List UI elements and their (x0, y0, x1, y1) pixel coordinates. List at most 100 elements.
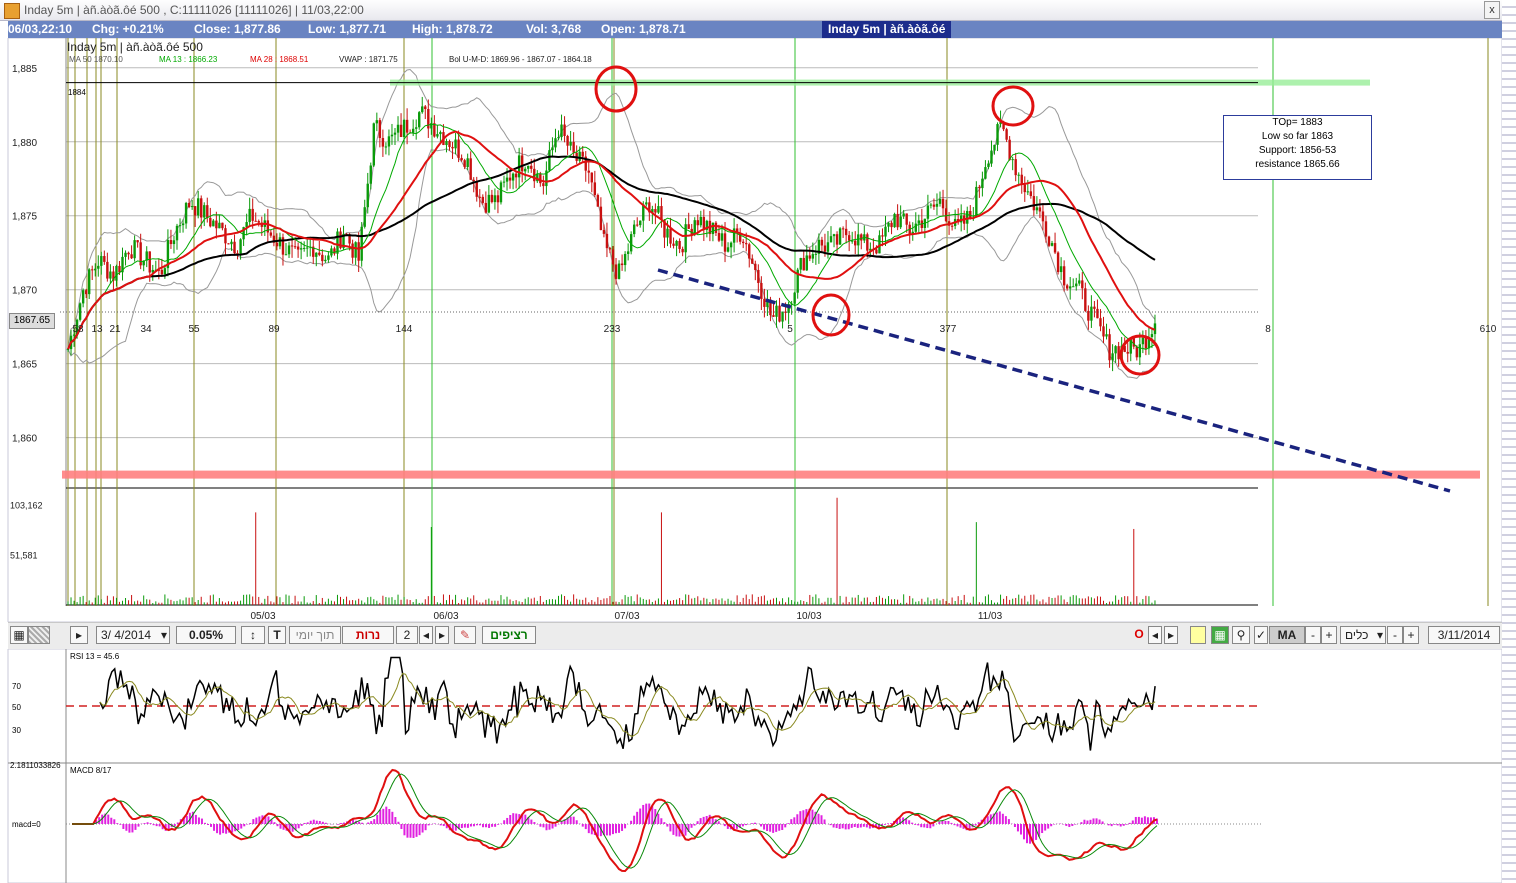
excel-icon[interactable]: ▦ (1211, 626, 1229, 644)
candle-body (1038, 207, 1042, 212)
candle-body (1029, 191, 1033, 197)
candle-body (617, 263, 621, 279)
candle-body (354, 242, 357, 258)
candle-body (832, 234, 836, 237)
tools-minus-button[interactable]: - (1387, 626, 1403, 644)
candle-body (944, 208, 948, 222)
candle-body (484, 202, 488, 213)
candle-body (935, 203, 939, 207)
ma-checkbox[interactable]: ✓ (1254, 626, 1268, 644)
candle-body (399, 124, 403, 137)
candle-body (221, 222, 224, 229)
candle-body (826, 242, 830, 252)
grid-toggle-button[interactable]: ▦ (10, 626, 28, 644)
candle-body (696, 220, 699, 226)
candle-body (672, 243, 675, 246)
torn-edge (1502, 0, 1516, 883)
support-band (62, 470, 1480, 479)
candle-body (938, 198, 942, 204)
candle-body (1032, 196, 1036, 211)
candle-body (424, 106, 427, 110)
percent-field[interactable]: 0.05% (176, 626, 236, 644)
candle-body (838, 228, 842, 245)
candle-body (1099, 318, 1102, 327)
candle-body (969, 210, 972, 219)
candle-body (106, 261, 109, 279)
start-date-value: 3/ 4/2014 (101, 628, 152, 642)
candle-body (284, 254, 288, 256)
text-tool-button[interactable]: T (268, 626, 286, 644)
candle-body (375, 120, 379, 124)
candle-body (184, 202, 188, 224)
resize-vertical-icon[interactable]: ↕ (241, 626, 265, 644)
binoculars-icon[interactable]: ⚲ (1232, 626, 1250, 644)
candle-body (754, 263, 757, 270)
candle-body (454, 139, 457, 149)
eraser-icon[interactable]: ✎ (454, 626, 476, 644)
fib-label: 5 (787, 324, 793, 335)
oscillator-panels[interactable] (0, 649, 1502, 883)
x-date-label: 05/03 (250, 611, 275, 622)
left-arrow-button[interactable]: ◂ (1148, 626, 1162, 644)
candle-body (239, 239, 242, 254)
candle-body (857, 234, 860, 246)
candle-body (978, 186, 981, 189)
period-field[interactable]: 2 (396, 626, 418, 644)
candle-body (557, 137, 560, 139)
end-date-field[interactable]: 3/11/2014 (1428, 626, 1500, 644)
candle-body (881, 235, 884, 237)
candle-body (1008, 139, 1011, 161)
candle-body (523, 168, 527, 172)
period-prev-button[interactable]: ◂ (419, 626, 433, 644)
candle-body (378, 120, 382, 139)
x-date-label: 07/03 (614, 611, 639, 622)
candle-body (196, 198, 200, 216)
candle-body (369, 165, 372, 184)
pattern-button[interactable] (28, 626, 50, 644)
candle-body (193, 206, 197, 216)
ma-minus-button[interactable]: - (1305, 626, 1321, 644)
candle-body (551, 147, 554, 151)
candle-body (178, 225, 182, 227)
candle-body (130, 254, 133, 259)
annotation-line: TOp= 1883 (1272, 117, 1323, 128)
candle-body (230, 241, 233, 245)
candle-body (257, 221, 260, 223)
candle-body (805, 255, 808, 271)
candle-body (884, 226, 887, 237)
candle-body (566, 135, 569, 146)
candle-body (508, 177, 512, 181)
scroll-right-button[interactable]: ▸ (70, 626, 88, 644)
candle-body (590, 172, 594, 183)
candle-body (109, 271, 112, 279)
info-low: Low: 1,877.71 (308, 22, 387, 36)
tools-dropdown[interactable]: כלים ▾ (1340, 626, 1386, 644)
tools-plus-button[interactable]: + (1403, 626, 1419, 644)
yellow-color-button[interactable] (1190, 626, 1206, 644)
candle-body (902, 213, 905, 217)
candle-body (457, 139, 460, 158)
candle-body (372, 123, 376, 166)
period-next-button[interactable]: ▸ (435, 626, 449, 644)
candle-body (1072, 286, 1075, 288)
o-button[interactable]: O (1132, 626, 1146, 644)
candle-body (1135, 346, 1139, 358)
candle-body (802, 257, 805, 271)
candle-body (775, 305, 778, 317)
candle-body (614, 264, 618, 279)
intraday-button[interactable]: תוך יומי (289, 626, 341, 644)
continuous-button[interactable]: רציפים (482, 626, 536, 644)
info-vol: Vol: 3,768 (526, 22, 582, 36)
fib-label: 21 (109, 324, 121, 335)
candle-body (487, 194, 491, 213)
annotation-line: resistance 1865.66 (1255, 159, 1340, 170)
candle-body (893, 213, 896, 228)
candle-body (854, 240, 857, 246)
ma-plus-button[interactable]: + (1321, 626, 1337, 644)
right-arrow-button[interactable]: ▸ (1164, 626, 1178, 644)
close-button[interactable]: x (1484, 1, 1500, 19)
start-date-picker[interactable]: 3/ 4/2014 ▾ (96, 626, 170, 644)
candles-button[interactable]: נרות (342, 626, 394, 644)
info-open: Open: 1,878.71 (601, 22, 686, 36)
candle-body (212, 220, 215, 227)
